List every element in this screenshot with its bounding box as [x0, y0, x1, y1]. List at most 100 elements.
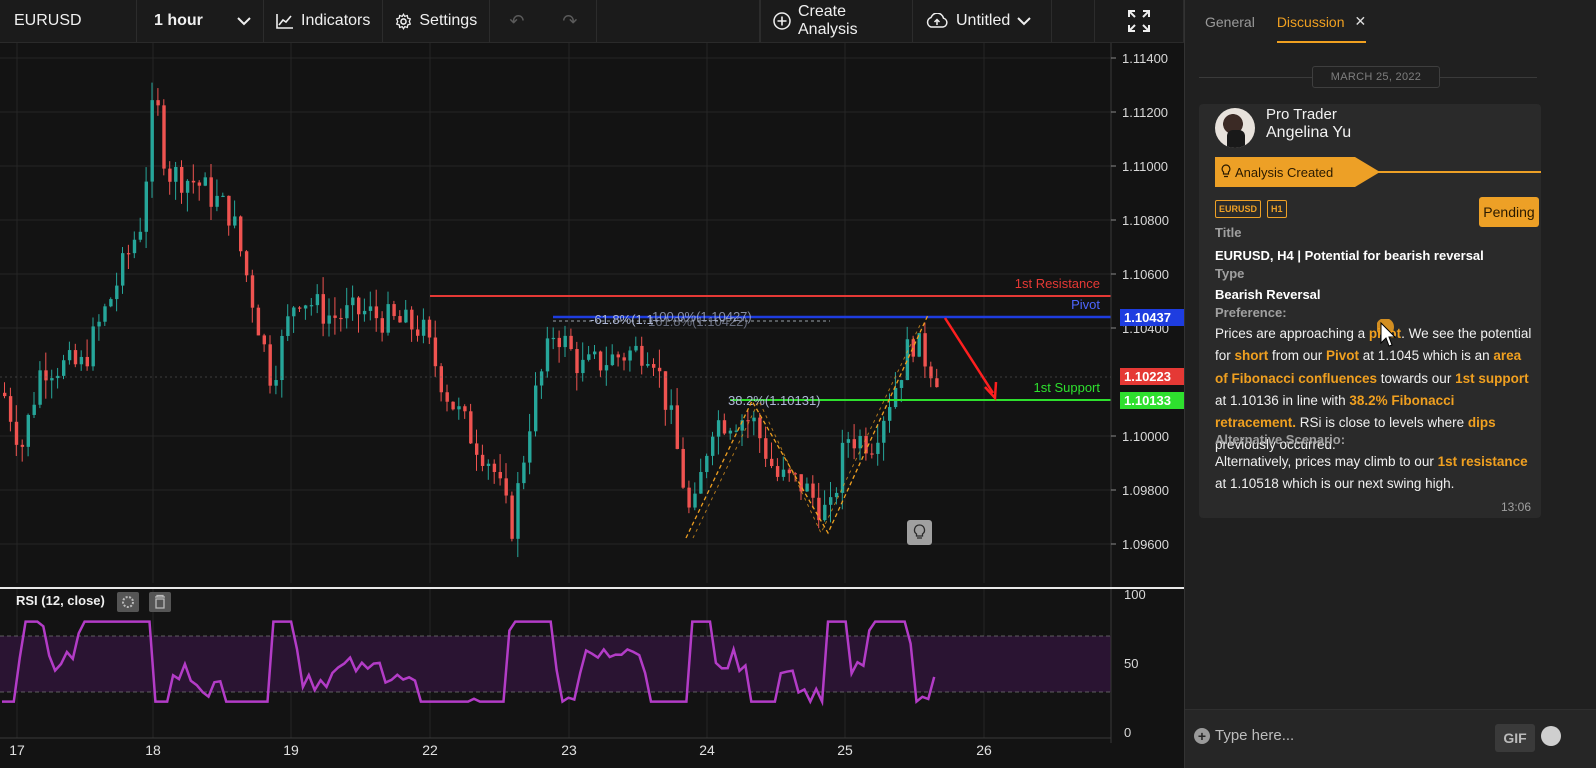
redo-icon[interactable]: ↷: [562, 11, 577, 32]
highlight-term: 1st support: [1455, 370, 1529, 386]
candle-body: [79, 356, 84, 365]
candle-body: [475, 443, 479, 455]
undo-redo-group: ↶ ↷: [490, 0, 598, 42]
support-label: 1st Support: [1034, 380, 1101, 395]
candle-body: [587, 354, 591, 360]
candle-body: [73, 350, 78, 365]
fullscreen-button[interactable]: [1094, 0, 1184, 42]
rsi-title: RSI (12, close): [16, 593, 105, 608]
text-run: from our: [1268, 348, 1327, 364]
status-badge: Pending: [1479, 197, 1539, 227]
candle-body: [239, 216, 243, 252]
rsi-settings-button[interactable]: [117, 592, 139, 612]
candle-body: [262, 335, 266, 345]
candle-body: [156, 100, 160, 106]
layout-dropdown[interactable]: Untitled: [913, 0, 1052, 42]
candle-body: [209, 177, 213, 207]
date-axis: 17 18 19 22 23 24 25 26: [0, 737, 1111, 758]
lightbulb-button[interactable]: [907, 520, 932, 545]
bearish-arrow[interactable]: [943, 317, 995, 394]
current-price-text: 1.10223: [1124, 369, 1171, 384]
banner-line: [1375, 171, 1541, 173]
candle-body: [634, 345, 638, 351]
candle-body: [929, 366, 933, 379]
title-value: EURUSD, H4 | Potential for bearish rever…: [1215, 248, 1484, 263]
candle-body: [787, 469, 792, 474]
candle-body: [274, 380, 278, 386]
candle-body: [286, 316, 290, 336]
undo-icon[interactable]: ↶: [509, 11, 524, 32]
price-tick-label: 1.09600: [1122, 537, 1169, 552]
candle-body: [823, 504, 827, 521]
candle-body: [557, 337, 561, 348]
highlight-term: dips: [1467, 415, 1496, 431]
pattern-zigzag[interactable]: [685, 314, 929, 539]
candle-body: [410, 309, 414, 330]
date-tick-label: 22: [422, 742, 438, 758]
plus-icon[interactable]: +: [1194, 728, 1210, 744]
tab-general[interactable]: General: [1205, 14, 1255, 43]
cloud-upload-icon: [925, 13, 949, 29]
price-chart[interactable]: 1st Resistance Pivot 1st Support -61.8%(…: [0, 43, 1184, 768]
chevron-down-icon: [237, 16, 251, 26]
emoji-icon[interactable]: [1541, 726, 1561, 746]
candle-body: [404, 309, 408, 323]
settings-label: Settings: [419, 12, 478, 29]
symbol-selector[interactable]: EURUSD: [0, 0, 137, 42]
candle-body: [758, 417, 762, 439]
tab-discussion-label: Discussion: [1276, 13, 1345, 30]
candle-body: [469, 411, 473, 444]
candle-body: [421, 319, 426, 336]
candle-body: [575, 349, 579, 374]
candle-body: [126, 253, 131, 255]
candle-body: [227, 195, 231, 226]
indicators-button[interactable]: Indicators: [264, 0, 384, 42]
rsi-tick-label: 50: [1124, 656, 1138, 671]
text-run: Alternatively, prices may climb to our: [1215, 454, 1438, 469]
candle-body: [563, 335, 567, 348]
candle-body: [669, 405, 674, 410]
candle-body: [716, 420, 721, 437]
candle-body: [303, 305, 308, 309]
candle-body: [504, 478, 508, 496]
avatar[interactable]: [1215, 108, 1255, 148]
candle-body: [781, 469, 786, 477]
analysis-message-card: Pro Trader Angelina Yu Analysis Created …: [1199, 104, 1541, 518]
user-name[interactable]: Angelina Yu: [1266, 124, 1351, 142]
candle-body: [203, 177, 207, 186]
tab-discussion[interactable]: Discussion ✕: [1276, 13, 1367, 43]
settings-button[interactable]: Settings: [383, 0, 491, 42]
message-input[interactable]: Type here...: [1215, 727, 1294, 744]
candle-body: [8, 396, 13, 422]
candle-body: [911, 339, 915, 357]
candle-body: [882, 420, 886, 443]
candlestick-series: [3, 82, 939, 558]
gif-button[interactable]: GIF: [1495, 724, 1535, 752]
candle-body: [138, 231, 143, 240]
candle-body: [681, 448, 685, 488]
type-value: Bearish Reversal: [1215, 287, 1321, 302]
pivot-price-text: 1.10437: [1124, 310, 1171, 325]
message-composer: + Type here... GIF: [1185, 709, 1596, 768]
interval-dropdown[interactable]: 1 hour: [137, 0, 264, 42]
candle-body: [888, 407, 892, 421]
candle-body: [298, 307, 302, 309]
date-tick-label: 19: [283, 742, 299, 758]
gear-icon: [395, 12, 412, 30]
chart-area[interactable]: 1st Resistance Pivot 1st Support -61.8%(…: [0, 43, 1184, 768]
candle-body: [351, 297, 355, 306]
date-tick-label: 18: [145, 742, 161, 758]
candle-body: [545, 338, 550, 372]
candle-body: [852, 439, 856, 449]
candle-body: [427, 319, 432, 338]
candle-body: [174, 166, 178, 182]
candle-body: [693, 493, 697, 508]
candle-body: [398, 316, 402, 323]
candle-body: [935, 378, 939, 388]
close-icon[interactable]: ✕: [1355, 13, 1367, 30]
create-analysis-button[interactable]: Create Analysis: [760, 0, 913, 42]
date-tick-label: 26: [976, 742, 992, 758]
candle-body: [26, 414, 30, 447]
user-role: Pro Trader: [1266, 106, 1337, 123]
candle-body: [3, 392, 7, 397]
